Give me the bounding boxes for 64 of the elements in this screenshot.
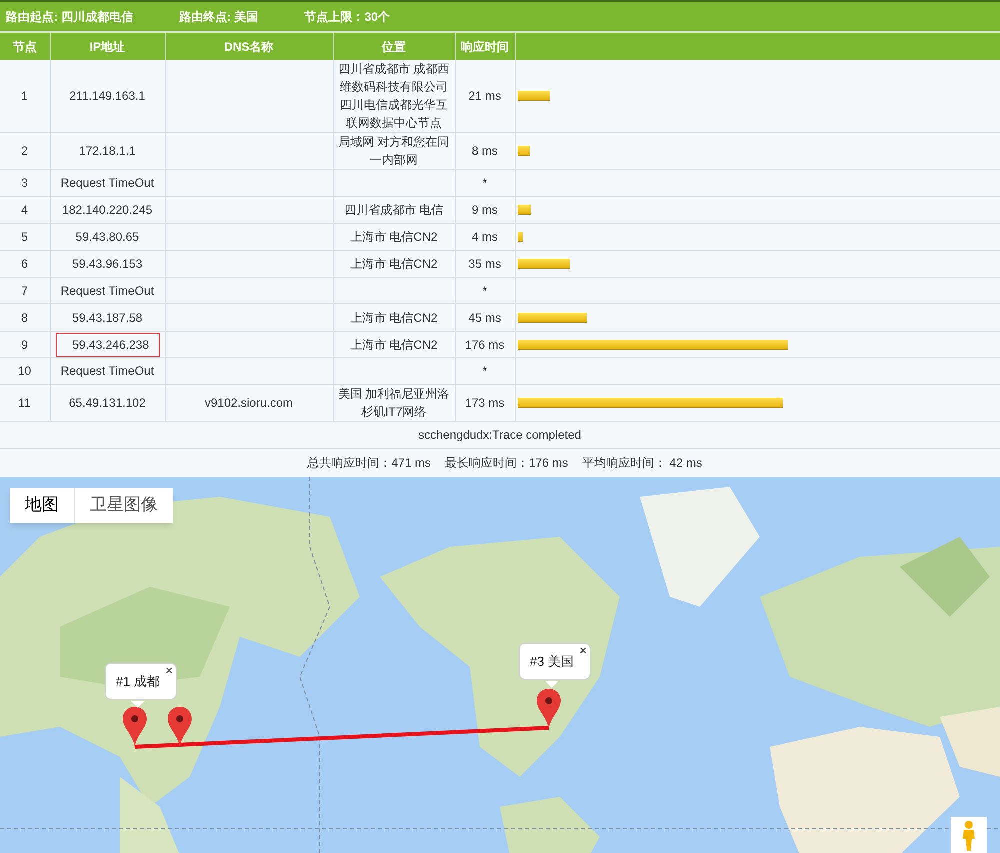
- ip-address: 172.18.1.1: [79, 143, 136, 160]
- response-time: 35 ms: [468, 257, 502, 271]
- map-marker-icon[interactable]: [123, 706, 147, 746]
- column-header: DNS名称: [224, 40, 274, 54]
- person-icon: [962, 820, 976, 850]
- location-text: 四川省成都市 电信: [344, 203, 444, 217]
- response-time: *: [482, 176, 488, 190]
- hop-number: 4: [21, 203, 28, 217]
- response-time: 173 ms: [465, 396, 505, 410]
- summary-text: 最长响应时间：176 ms: [444, 454, 568, 472]
- location-text: 上海市 电信CN2: [350, 310, 438, 324]
- hop-number: 6: [21, 257, 28, 271]
- info-window-label: #3 美国: [530, 652, 574, 670]
- ip-address: 182.140.220.245: [62, 202, 153, 219]
- map-marker-icon[interactable]: [537, 688, 561, 728]
- trace-status: scchengdudx:Trace completed: [418, 428, 582, 442]
- hop-number: 5: [21, 230, 28, 244]
- close-button[interactable]: ×: [165, 664, 174, 676]
- summary-text: 总共响应时间：471 ms: [308, 454, 431, 472]
- map-type-tab[interactable]: 卫星图像: [74, 488, 173, 522]
- response-time: 176 ms: [465, 338, 505, 352]
- hop-number: 2: [21, 144, 28, 158]
- ip-address: 59.43.80.65: [76, 229, 140, 246]
- ip-address: 59.43.187.58: [72, 310, 143, 326]
- response-time: 9 ms: [472, 203, 498, 217]
- ip-address: Request TimeOut: [60, 282, 154, 300]
- ip-address: 59.43.96.153: [72, 256, 143, 273]
- location-text: 上海市 电信CN2: [350, 257, 438, 271]
- response-time: *: [482, 284, 488, 298]
- column-header: IP地址: [90, 40, 126, 54]
- location-text: 四川省成都市 成都西维数码科技有限公司四川电信成都光华互联网数据中心节点: [338, 62, 450, 130]
- hop-number: 3: [21, 176, 28, 190]
- location-text: 局域网 对方和您在同一内部网: [338, 135, 450, 167]
- hop-number: 1: [21, 89, 28, 103]
- ip-address: Request TimeOut: [60, 175, 154, 192]
- response-time: 4 ms: [472, 230, 498, 244]
- response-time: 21 ms: [468, 89, 502, 103]
- location-text: 美国 加利福尼亚州洛杉矶IT7网络: [338, 387, 450, 419]
- ip-address: Request TimeOut: [60, 363, 154, 380]
- location-text: 上海市 电信CN2: [350, 338, 438, 352]
- response-time: 8 ms: [472, 144, 498, 158]
- hop-number: 7: [21, 284, 28, 298]
- response-time: 45 ms: [468, 310, 502, 324]
- map-type-tab[interactable]: 地图: [10, 488, 74, 522]
- column-header: 响应时间: [461, 40, 509, 54]
- hop-number: 9: [21, 338, 28, 352]
- close-button[interactable]: ×: [579, 644, 588, 656]
- ip-address: 59.43.246.238: [56, 332, 160, 356]
- summary-text: 平均响应时间： 42 ms: [582, 454, 702, 472]
- route-info-text: 路由终点: 美国: [179, 8, 259, 26]
- ip-address: 65.49.131.102: [69, 395, 146, 412]
- dns-name: v9102.sioru.com: [204, 396, 294, 410]
- column-header: 位置: [382, 40, 406, 54]
- route-info-text: 节点上限：30个: [304, 8, 390, 26]
- hop-number: 8: [21, 310, 28, 324]
- response-time: *: [482, 364, 488, 378]
- hop-number: 10: [18, 364, 32, 378]
- column-header: 节点: [12, 40, 37, 54]
- ip-address: 211.149.163.1: [70, 88, 146, 105]
- map-marker-icon[interactable]: [168, 706, 192, 746]
- route-info-text: 路由起点: 四川成都电信: [6, 8, 134, 26]
- location-text: 上海市 电信CN2: [350, 230, 438, 244]
- info-window-label: #1 成都: [116, 672, 160, 690]
- hop-number: 11: [18, 396, 31, 410]
